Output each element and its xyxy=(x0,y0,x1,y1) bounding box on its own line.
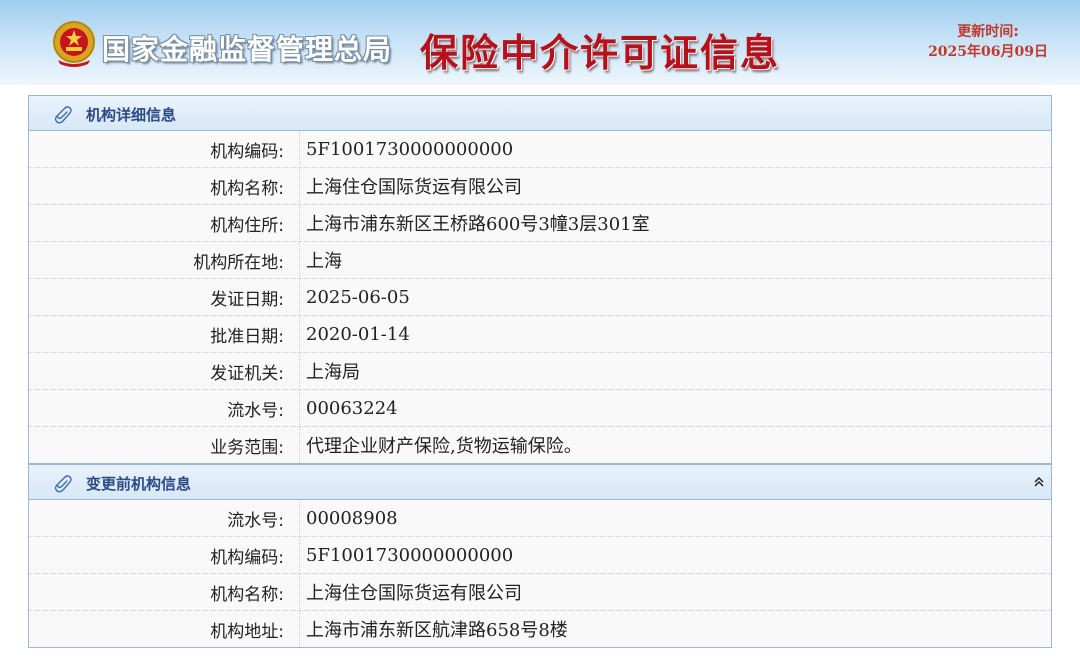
national-emblem-icon xyxy=(53,21,95,67)
previous-info-panel: 变更前机构信息 流水号: 00008908 机构编码: 5F1001730000… xyxy=(28,464,1052,648)
field-value: 5F1001730000000000 xyxy=(299,131,1051,168)
table-row: 批准日期: 2020-01-14 xyxy=(29,315,1051,353)
field-value: 上海 xyxy=(299,241,1051,279)
update-time-label: 更新时间: xyxy=(957,24,1019,40)
header-banner: 国家金融监督管理总局 保险中介许可证信息 更新时间: 2025年06月09日 xyxy=(0,0,1080,85)
previous-info-header: 变更前机构信息 xyxy=(29,464,1051,500)
field-label: 发证机关: xyxy=(29,352,300,390)
field-label: 机构所在地: xyxy=(29,241,300,279)
paperclip-icon xyxy=(54,475,72,493)
field-label: 机构名称: xyxy=(29,167,300,205)
field-value: 2020-01-14 xyxy=(299,315,1051,353)
field-label: 机构编码: xyxy=(29,536,300,574)
previous-info-title: 变更前机构信息 xyxy=(86,475,192,493)
field-label: 批准日期: xyxy=(29,315,300,353)
table-row: 发证日期: 2025-06-05 xyxy=(29,278,1051,316)
table-row: 流水号: 00008908 xyxy=(29,500,1051,537)
field-label: 业务范围: xyxy=(29,426,300,463)
field-label: 发证日期: xyxy=(29,278,300,316)
institution-detail-panel: 机构详细信息 机构编码: 5F1001730000000000 机构名称: 上海… xyxy=(28,95,1052,464)
field-label: 机构编码: xyxy=(29,131,300,168)
institution-detail-header: 机构详细信息 xyxy=(29,96,1051,131)
institution-detail-table: 机构编码: 5F1001730000000000 机构名称: 上海住仓国际货运有… xyxy=(29,131,1051,463)
table-row: 机构地址: 上海市浦东新区航津路658号8楼 xyxy=(29,610,1051,647)
field-label: 流水号: xyxy=(29,500,300,537)
field-value: 上海住仓国际货运有限公司 xyxy=(299,573,1051,611)
agency-name: 国家金融监督管理总局 xyxy=(102,33,393,66)
table-row: 机构名称: 上海住仓国际货运有限公司 xyxy=(29,167,1051,205)
field-value: 上海市浦东新区航津路658号8楼 xyxy=(299,610,1051,647)
field-label: 机构地址: xyxy=(29,610,300,647)
table-row: 机构名称: 上海住仓国际货运有限公司 xyxy=(29,573,1051,611)
table-row: 机构编码: 5F1001730000000000 xyxy=(29,536,1051,574)
field-label: 机构住所: xyxy=(29,204,300,242)
previous-info-table: 流水号: 00008908 机构编码: 5F1001730000000000 机… xyxy=(29,500,1051,647)
table-row: 机构编码: 5F1001730000000000 xyxy=(29,131,1051,168)
table-row: 业务范围: 代理企业财产保险,货物运输保险。 xyxy=(29,426,1051,463)
system-title: 保险中介许可证信息 xyxy=(420,30,781,75)
update-time: 更新时间: 2025年06月09日 xyxy=(928,22,1048,62)
update-time-date: 2025年06月09日 xyxy=(928,44,1048,60)
field-value: 代理企业财产保险,货物运输保险。 xyxy=(299,426,1051,463)
field-value: 上海住仓国际货运有限公司 xyxy=(299,167,1051,205)
institution-detail-title: 机构详细信息 xyxy=(86,106,177,124)
paperclip-icon xyxy=(54,106,72,124)
table-row: 机构住所: 上海市浦东新区王桥路600号3幢3层301室 xyxy=(29,204,1051,242)
table-row: 流水号: 00063224 xyxy=(29,389,1051,427)
field-value: 00063224 xyxy=(299,389,1051,427)
field-label: 流水号: xyxy=(29,389,300,427)
table-row: 发证机关: 上海局 xyxy=(29,352,1051,390)
field-value: 上海局 xyxy=(299,352,1051,390)
table-row: 机构所在地: 上海 xyxy=(29,241,1051,279)
field-label: 机构名称: xyxy=(29,573,300,611)
field-value: 2025-06-05 xyxy=(299,278,1051,316)
field-value: 5F1001730000000000 xyxy=(299,536,1051,574)
field-value: 上海市浦东新区王桥路600号3幢3层301室 xyxy=(299,204,1051,242)
field-value: 00008908 xyxy=(299,500,1051,537)
double-chevron-up-icon[interactable] xyxy=(1033,475,1045,489)
